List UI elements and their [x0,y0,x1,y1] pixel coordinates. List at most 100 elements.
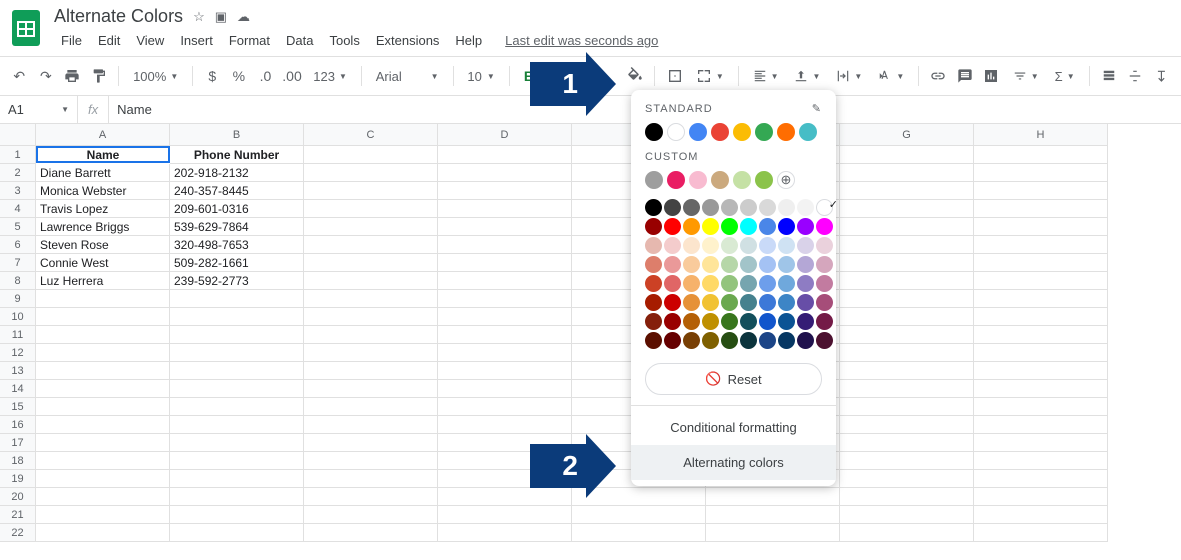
cell[interactable]: Travis Lopez [36,200,170,218]
cell[interactable] [36,308,170,326]
color-swatch[interactable] [645,199,662,216]
cell[interactable] [304,290,438,308]
color-swatch[interactable] [755,171,773,189]
color-swatch[interactable] [664,294,681,311]
horizontal-align-button[interactable]: ▼ [747,62,785,90]
color-swatch[interactable] [721,237,738,254]
color-swatch[interactable] [816,256,833,273]
color-swatch[interactable] [702,237,719,254]
cell[interactable] [706,488,840,506]
cell[interactable] [438,182,572,200]
color-swatch[interactable] [721,275,738,292]
color-swatch[interactable] [816,313,833,330]
color-swatch[interactable] [645,294,662,311]
cell[interactable] [974,344,1108,362]
column-header-G[interactable]: G [840,124,974,146]
color-swatch[interactable] [740,256,757,273]
cell[interactable] [974,290,1108,308]
column-header-C[interactable]: C [304,124,438,146]
cell[interactable] [840,380,974,398]
color-swatch[interactable] [702,313,719,330]
color-swatch[interactable] [797,294,814,311]
cell[interactable] [304,182,438,200]
sheets-logo[interactable] [8,10,44,46]
cloud-status-icon[interactable]: ☁ [237,9,250,25]
row-header[interactable]: 19 [0,470,36,488]
color-swatch[interactable] [755,123,773,141]
color-swatch[interactable] [759,199,776,216]
color-swatch[interactable] [711,171,729,189]
color-swatch[interactable] [816,294,833,311]
color-swatch[interactable] [777,123,795,141]
color-swatch[interactable] [645,275,662,292]
cell[interactable] [840,164,974,182]
functions-button[interactable]: Σ▼ [1049,62,1081,90]
cell[interactable] [438,362,572,380]
cell[interactable] [840,398,974,416]
color-swatch[interactable] [740,237,757,254]
row-header[interactable]: 7 [0,254,36,272]
cell[interactable] [438,416,572,434]
cell[interactable] [36,416,170,434]
color-swatch[interactable] [778,332,795,349]
color-swatch[interactable] [778,256,795,273]
color-swatch[interactable] [721,256,738,273]
cell[interactable]: 539-629-7864 [170,218,304,236]
color-swatch[interactable] [759,275,776,292]
cell[interactable] [840,488,974,506]
color-swatch[interactable] [759,313,776,330]
cell[interactable] [36,506,170,524]
color-swatch[interactable] [816,199,833,216]
cell[interactable] [36,362,170,380]
cell[interactable] [438,380,572,398]
color-swatch[interactable] [759,332,776,349]
menu-help[interactable]: Help [448,31,489,50]
cell[interactable]: Luz Herrera [36,272,170,290]
cell[interactable] [36,452,170,470]
edit-icon[interactable]: ✎ [812,102,822,115]
cell[interactable] [304,254,438,272]
color-swatch[interactable] [645,218,662,235]
cell[interactable] [170,488,304,506]
font-select[interactable]: Arial▼ [370,62,445,90]
row-header[interactable]: 15 [0,398,36,416]
cell[interactable] [304,470,438,488]
cell[interactable]: Name [36,146,170,163]
cell[interactable] [840,524,974,542]
text-rotation-button[interactable]: ▼ [872,62,910,90]
cell[interactable] [706,506,840,524]
color-swatch[interactable] [759,237,776,254]
color-swatch[interactable] [683,218,700,235]
cell[interactable]: 239-592-2773 [170,272,304,290]
cell[interactable] [974,470,1108,488]
cell[interactable] [706,524,840,542]
color-swatch[interactable] [711,123,729,141]
cell[interactable] [36,290,170,308]
cell[interactable] [840,182,974,200]
color-swatch[interactable] [816,237,833,254]
color-swatch[interactable] [702,294,719,311]
color-swatch[interactable] [797,199,814,216]
color-swatch[interactable] [702,256,719,273]
row-header[interactable]: 16 [0,416,36,434]
cell[interactable] [974,524,1108,542]
cell[interactable] [304,488,438,506]
vertical-align-button[interactable]: ▼ [788,62,826,90]
color-swatch[interactable] [740,313,757,330]
cell[interactable] [840,452,974,470]
cell[interactable] [840,236,974,254]
undo-button[interactable]: ↶ [8,62,31,90]
color-swatch[interactable] [702,218,719,235]
column-header-B[interactable]: B [170,124,304,146]
color-swatch[interactable] [721,199,738,216]
cell[interactable] [438,146,572,164]
color-swatch[interactable] [664,313,681,330]
row-header[interactable]: 4 [0,200,36,218]
column-header-H[interactable]: H [974,124,1108,146]
color-swatch[interactable] [645,123,663,141]
cell[interactable] [36,380,170,398]
row-header[interactable]: 5 [0,218,36,236]
cell[interactable] [170,326,304,344]
cell[interactable] [438,524,572,542]
cell[interactable] [36,524,170,542]
